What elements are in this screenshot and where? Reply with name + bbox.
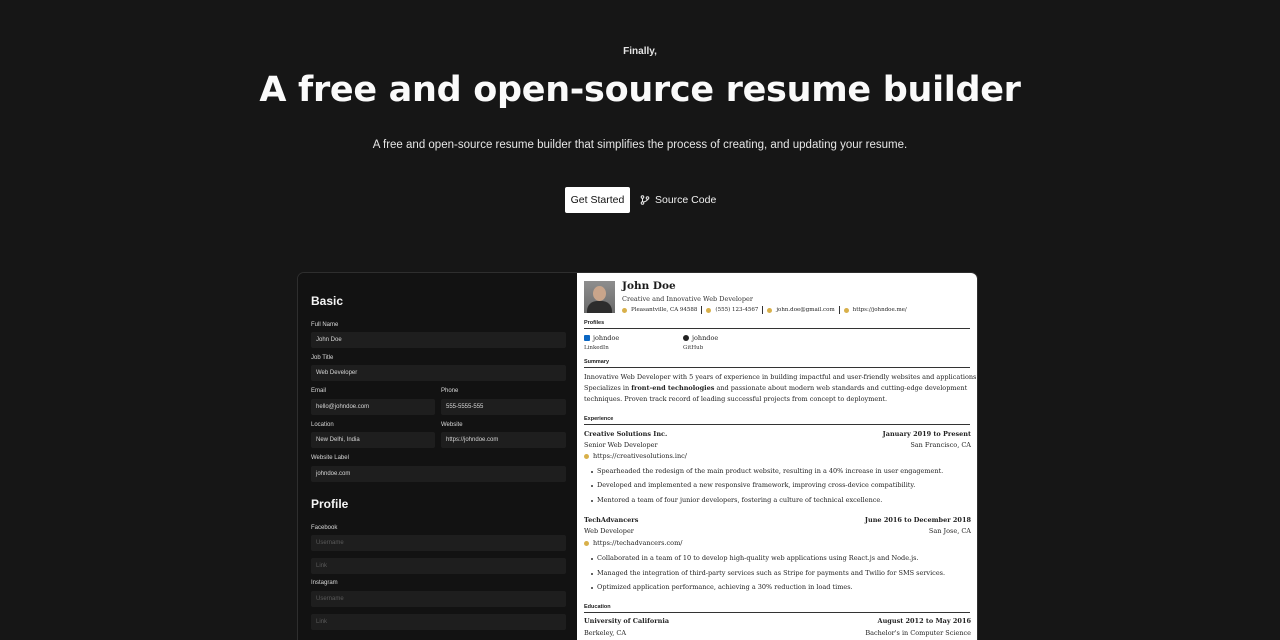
- avatar: [584, 281, 615, 313]
- git-branch-icon: [640, 195, 650, 205]
- resume-name: John Doe: [622, 280, 676, 292]
- contact-phone: (555) 123-4567: [715, 307, 759, 313]
- facebook-link-input[interactable]: Link: [311, 558, 566, 574]
- full-name-input[interactable]: John Doe: [311, 332, 566, 348]
- editor-panel: Basic Full Name John Doe Job Title Web D…: [298, 273, 577, 640]
- source-code-label: Source Code: [655, 194, 717, 206]
- job-2-url[interactable]: https://techadvancers.com/: [593, 539, 682, 547]
- job-1-role: Senior Web Developer: [584, 441, 658, 449]
- email-label: Email: [311, 388, 327, 394]
- location-pin-icon: [622, 307, 627, 313]
- contact-email: john.doe@gmail.com: [776, 307, 835, 313]
- summary-line-1: Innovative Web Developer with 5 years of…: [584, 373, 978, 381]
- facebook-label: Facebook: [311, 525, 338, 531]
- job-1-bullet-1: Spearheaded the redesign of the main pro…: [597, 467, 944, 475]
- experience-heading: Experience: [584, 416, 970, 425]
- phone-input[interactable]: 555-5555-555: [441, 399, 566, 415]
- job-2-role: Web Developer: [584, 527, 634, 535]
- job-2-bullet-1: Collaborated in a team of 10 to develop …: [597, 554, 919, 562]
- job-1-bullet-2: Developed and implemented a new responsi…: [597, 481, 916, 489]
- job-title-label: Job Title: [311, 355, 334, 361]
- job-1-link-icon: [584, 454, 589, 459]
- job-1-location: San Francisco, CA: [910, 441, 971, 449]
- hero-subtitle: A free and open-source resume builder th…: [372, 139, 908, 151]
- job-2-link-icon: [584, 541, 589, 546]
- full-name-label: Full Name: [311, 322, 339, 328]
- resume-preview: John Doe Creative and Innovative Web Dev…: [577, 273, 978, 640]
- hero-title: A free and open-source resume builder: [259, 70, 1021, 110]
- website-label-input[interactable]: johndoe.com: [311, 466, 566, 482]
- instagram-username-input[interactable]: Username: [311, 591, 566, 607]
- resume-headline: Creative and Innovative Web Developer: [622, 295, 753, 303]
- linkedin-username: johndoe: [593, 334, 620, 342]
- contact-location: Pleasantville, CA 94588: [631, 307, 698, 313]
- job-1-bullet-3: Mentored a team of four junior developer…: [597, 496, 883, 504]
- job-2-bullet-2: Managed the integration of third-party s…: [597, 569, 946, 577]
- profiles-heading: Profiles: [584, 320, 970, 329]
- location-label: Location: [311, 422, 334, 428]
- link-icon: [843, 307, 849, 313]
- at-icon: [767, 307, 773, 313]
- website-label-label: Website Label: [311, 455, 349, 461]
- phone-icon: [706, 307, 712, 313]
- bullet: [591, 485, 593, 487]
- contact-website: https://johndoe.me/: [852, 307, 907, 313]
- instagram-label: Instagram: [311, 580, 338, 586]
- job-1-company: Creative Solutions Inc.: [584, 430, 668, 438]
- bullet: [591, 587, 593, 589]
- email-input[interactable]: hello@johndoe.com: [311, 399, 435, 415]
- website-input[interactable]: https://johndoe.com: [441, 432, 566, 448]
- phone-label: Phone: [441, 388, 459, 394]
- summary-line-3: techniques. Proven track record of leadi…: [584, 395, 888, 403]
- summary-line-2: Specializes in front-end technologies an…: [584, 384, 968, 392]
- job-1-url[interactable]: https://creativesolutions.inc/: [593, 452, 687, 460]
- education-location: Berkeley, CA: [584, 629, 627, 637]
- linkedin-icon: [584, 335, 590, 341]
- bullet: [591, 573, 593, 575]
- job-2-dates: June 2016 to December 2018: [864, 516, 971, 524]
- bullet: [591, 558, 593, 560]
- job-1-dates: January 2019 to Present: [882, 430, 971, 438]
- linkedin-network: LinkedIn: [584, 345, 609, 351]
- bullet: [591, 471, 593, 473]
- source-code-button[interactable]: Source Code: [640, 187, 716, 213]
- education-dates: August 2012 to May 2016: [877, 617, 971, 625]
- profile-section-title: Profile: [311, 497, 349, 511]
- basic-section-title: Basic: [311, 294, 344, 308]
- education-heading: Education: [584, 604, 970, 613]
- education-degree: Bachelor's in Computer Science: [865, 629, 971, 637]
- hero-eyebrow: Finally,: [623, 46, 657, 57]
- app-preview: Basic Full Name John Doe Job Title Web D…: [297, 272, 978, 640]
- website-label: Website: [441, 422, 463, 428]
- job-2-location: San Jose, CA: [928, 527, 971, 535]
- job-2-company: TechAdvancers: [584, 516, 639, 524]
- instagram-link-input[interactable]: Link: [311, 614, 566, 630]
- summary-heading: Summary: [584, 359, 970, 368]
- contact-row: Pleasantville, CA 94588 (555) 123-4567 j…: [622, 306, 907, 314]
- job-title-input[interactable]: Web Developer: [311, 365, 566, 381]
- github-username: johndoe: [692, 334, 719, 342]
- github-icon: [683, 335, 689, 341]
- job-2-bullet-3: Optimized application performance, achie…: [597, 583, 853, 591]
- location-input[interactable]: New Delhi, India: [311, 432, 435, 448]
- github-network: GitHub: [683, 345, 704, 351]
- education-school: University of California: [584, 617, 670, 625]
- get-started-button[interactable]: Get Started: [565, 187, 630, 213]
- facebook-username-input[interactable]: Username: [311, 535, 566, 551]
- bullet: [591, 500, 593, 502]
